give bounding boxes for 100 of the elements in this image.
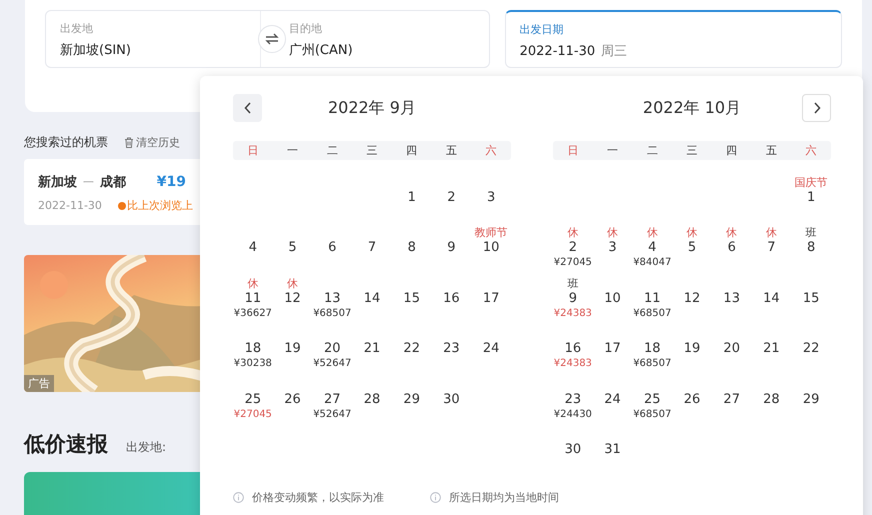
- calendar-day[interactable]: 24: [604, 392, 621, 408]
- next-month-button[interactable]: [802, 94, 831, 122]
- weekday-label: 三: [685, 143, 698, 158]
- day-price: ¥52647: [313, 357, 352, 372]
- calendar-day[interactable]: 15: [403, 290, 420, 307]
- day-tag: 休: [567, 226, 578, 240]
- calendar-day[interactable]: 2: [447, 190, 456, 206]
- note-text: 所选日期均为当地时间: [449, 490, 559, 505]
- calendar-day[interactable]: 22: [802, 341, 820, 358]
- previous-month-button[interactable]: [233, 94, 262, 122]
- calendar-day[interactable]: 25: [644, 392, 661, 408]
- calendar-day[interactable]: 6: [728, 240, 736, 256]
- field-label: 出发地:: [126, 439, 166, 456]
- calendar-day[interactable]: 13: [723, 290, 740, 307]
- calendar-day[interactable]: 16: [443, 290, 460, 307]
- calendar-day[interactable]: 17: [604, 341, 621, 358]
- calendar-day[interactable]: 6: [328, 240, 336, 256]
- calendar-day[interactable]: 26: [284, 392, 301, 408]
- calendar-day[interactable]: 26: [684, 392, 700, 408]
- swap-icon: [265, 33, 279, 45]
- weekday-label: 一: [286, 143, 300, 158]
- origin-field[interactable]: 新加坡(SIN): [60, 41, 246, 59]
- calendar-day[interactable]: 13: [324, 290, 341, 307]
- calendar-day[interactable]: 9: [568, 290, 577, 307]
- calendar-day[interactable]: 2: [568, 240, 577, 256]
- day-price: ¥52647: [313, 408, 352, 422]
- calendar-day[interactable]: 28: [364, 392, 380, 408]
- price-text: ¥19: [156, 174, 187, 190]
- clear-history-link[interactable]: 清空历史: [124, 135, 180, 150]
- date-value: 2022-11-30: [520, 44, 596, 59]
- field-label: 出发地: [60, 21, 94, 36]
- calendar-day[interactable]: 20: [324, 341, 341, 358]
- day-tag: 国庆节: [794, 176, 828, 189]
- day-price: ¥84047: [633, 256, 672, 270]
- calendar-day[interactable]: 10: [482, 240, 500, 256]
- calendar-day[interactable]: 5: [688, 240, 696, 256]
- calendar-day[interactable]: 22: [403, 341, 420, 358]
- calendar-day[interactable]: 21: [364, 341, 380, 358]
- calendar-day[interactable]: 8: [807, 240, 816, 256]
- alert-dot-icon: [118, 202, 126, 210]
- dash-text: 一: [83, 174, 94, 190]
- field-label: 目的地: [288, 21, 323, 36]
- calendar-day[interactable]: 9: [447, 240, 456, 256]
- calendar-day[interactable]: 7: [767, 240, 776, 256]
- weekday-label: 四: [725, 143, 738, 158]
- calendar-day[interactable]: 25: [244, 392, 262, 408]
- calendar-day[interactable]: 1: [807, 190, 816, 206]
- field-label: 出发日期: [520, 22, 565, 37]
- calendar-day[interactable]: 27: [324, 392, 341, 408]
- calendar-day[interactable]: 18: [244, 341, 262, 358]
- calendar-day[interactable]: 3: [608, 240, 617, 256]
- calendar-day[interactable]: 29: [802, 392, 820, 408]
- weekday-label: 六: [484, 143, 498, 158]
- route-text: 新加坡: [38, 174, 77, 191]
- day-tag: 休: [766, 226, 777, 240]
- history-card[interactable]: 新加坡 一 成都 ¥19 2022-11-30 比上次浏览上: [24, 159, 200, 225]
- calendar-day[interactable]: 14: [763, 290, 780, 307]
- swap-button[interactable]: [258, 25, 286, 53]
- day-price: ¥27045: [234, 408, 272, 422]
- calendar-day[interactable]: 1: [408, 190, 416, 206]
- calendar-day[interactable]: 20: [723, 341, 740, 358]
- info-icon: [430, 492, 441, 503]
- calendar-day[interactable]: 29: [403, 392, 420, 408]
- calendar-day[interactable]: 4: [648, 240, 656, 256]
- day-price: ¥68507: [633, 408, 672, 422]
- weekday-label: 日: [246, 143, 260, 158]
- calendar-day[interactable]: 11: [244, 290, 262, 307]
- calendar-day[interactable]: 30: [443, 392, 460, 408]
- calendar-day[interactable]: 31: [604, 442, 621, 458]
- calendar-day[interactable]: 12: [284, 290, 301, 307]
- date-field[interactable]: 出发日期 2022-11-30 周三: [504, 10, 842, 68]
- calendar-day[interactable]: 17: [482, 290, 500, 307]
- calendar-day[interactable]: 27: [723, 392, 740, 408]
- calendar-day[interactable]: 5: [288, 240, 297, 256]
- calendar-day[interactable]: 23: [443, 341, 460, 358]
- calendar-day[interactable]: 10: [604, 290, 621, 307]
- calendar-day[interactable]: 18: [644, 341, 661, 358]
- day-tag: 休: [287, 276, 298, 290]
- calendar-day[interactable]: 12: [684, 290, 700, 307]
- calendar-day[interactable]: 16: [564, 341, 582, 358]
- calendar-day[interactable]: 19: [684, 341, 700, 358]
- calendar-day[interactable]: 8: [408, 240, 416, 256]
- calendar-day[interactable]: 28: [763, 392, 780, 408]
- calendar-day[interactable]: 30: [564, 442, 582, 458]
- calendar-day[interactable]: 21: [763, 341, 780, 358]
- date-text: 2022-11-30: [38, 199, 102, 212]
- route-text: 成都: [100, 174, 126, 191]
- calendar-day[interactable]: 7: [368, 240, 376, 256]
- calendar-day[interactable]: 23: [564, 392, 582, 408]
- destination-field[interactable]: 广州(CAN): [288, 41, 475, 59]
- calendar-day[interactable]: 15: [802, 290, 820, 307]
- weekday-label: 二: [326, 143, 339, 158]
- weekday-label: 五: [764, 143, 778, 158]
- day-price: ¥30238: [234, 357, 272, 372]
- calendar-day[interactable]: 11: [644, 290, 661, 307]
- calendar-day[interactable]: 14: [364, 290, 380, 307]
- calendar-day[interactable]: 3: [487, 190, 496, 206]
- calendar-day[interactable]: 19: [284, 341, 301, 358]
- calendar-day[interactable]: 24: [482, 341, 500, 358]
- calendar-day[interactable]: 4: [248, 240, 257, 256]
